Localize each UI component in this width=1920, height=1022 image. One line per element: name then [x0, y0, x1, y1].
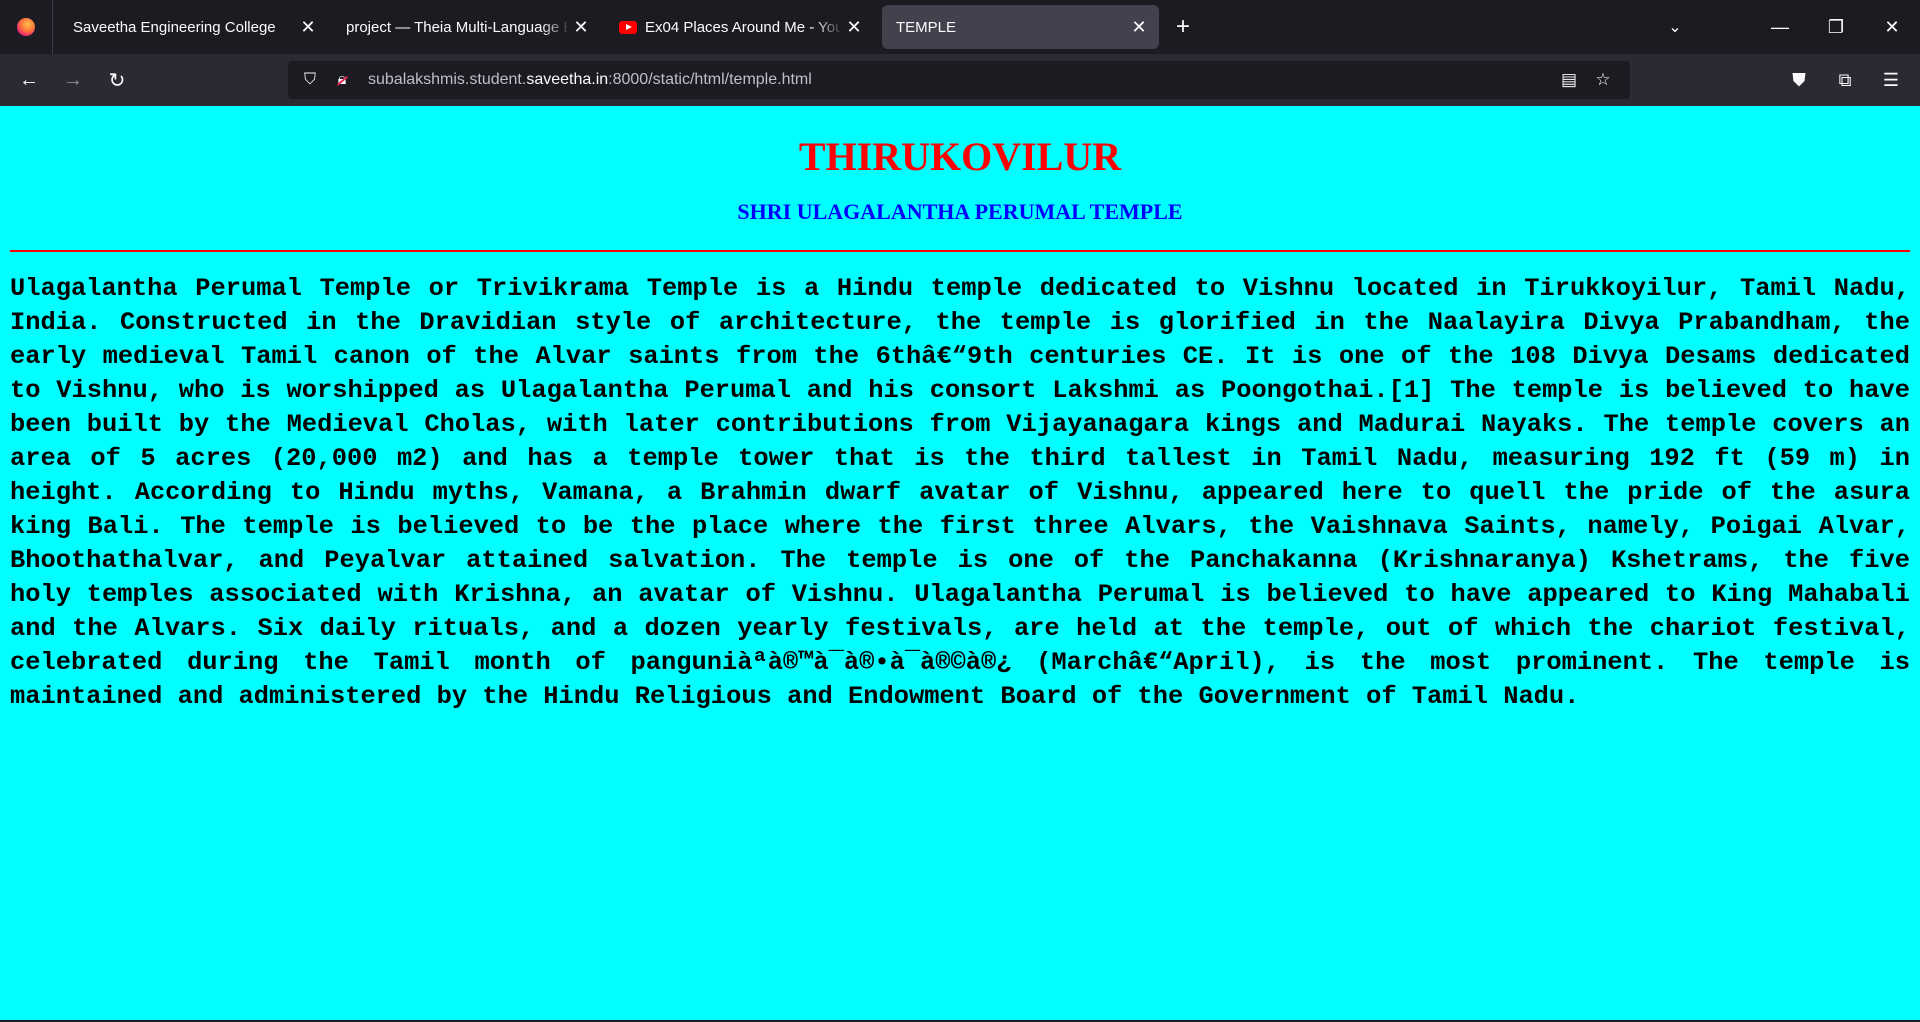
- navigation-toolbar: ← → ↻ ⛉ 🔒︎ subalakshmis.student.saveetha…: [0, 54, 1920, 106]
- url-bar[interactable]: ⛉ 🔒︎ subalakshmis.student.saveetha.in:80…: [288, 61, 1630, 99]
- tab-title: TEMPLE: [896, 18, 957, 36]
- insecure-lock-icon[interactable]: 🔒︎: [326, 71, 358, 89]
- list-all-tabs-icon[interactable]: ⌄: [1655, 0, 1695, 54]
- shield-icon[interactable]: ⛉: [294, 71, 326, 89]
- firefox-logo-icon: [17, 18, 35, 36]
- page-content: THIRUKOVILUR SHRI ULAGALANTHA PERUMAL TE…: [0, 106, 1920, 1022]
- reload-icon[interactable]: ↻: [98, 61, 136, 99]
- back-icon[interactable]: ←: [10, 61, 48, 99]
- tab-youtube[interactable]: Ex04 Places Around Me - YouTu ✕: [605, 5, 874, 49]
- tab-title: project — Theia Multi-Language Ex: [346, 18, 567, 36]
- page-subtitle: SHRI ULAGALANTHA PERUMAL TEMPLE: [737, 199, 1183, 224]
- page-title: THIRUKOVILUR: [798, 134, 1122, 179]
- bookmark-star-icon[interactable]: ☆: [1586, 70, 1620, 90]
- new-tab-button[interactable]: +: [1163, 7, 1203, 47]
- pocket-icon[interactable]: ⛊: [1776, 70, 1822, 91]
- close-icon[interactable]: ✕: [571, 17, 591, 38]
- divider: [10, 250, 1910, 252]
- restore-icon[interactable]: ❐: [1808, 0, 1864, 54]
- minimize-icon[interactable]: —: [1752, 0, 1808, 54]
- tab-saveetha[interactable]: Saveetha Engineering College ✕: [59, 5, 328, 49]
- tab-title: Ex04 Places Around Me - YouTu: [645, 18, 840, 36]
- reader-view-icon[interactable]: ▤: [1552, 70, 1586, 90]
- firefox-menu[interactable]: [0, 0, 53, 54]
- youtube-icon: [619, 20, 637, 34]
- temple-description: Ulagalantha Perumal Temple or Trivikrama…: [10, 274, 1910, 711]
- forward-icon[interactable]: →: [54, 61, 92, 99]
- close-window-icon[interactable]: ✕: [1864, 0, 1920, 54]
- tab-title: Saveetha Engineering College: [73, 18, 276, 36]
- close-icon[interactable]: ✕: [844, 17, 864, 38]
- tab-strip: Saveetha Engineering College ✕ project —…: [0, 0, 1920, 54]
- tab-theia[interactable]: project — Theia Multi-Language Ex ✕: [332, 5, 601, 49]
- url-text[interactable]: subalakshmis.student.saveetha.in:8000/st…: [368, 71, 812, 89]
- extensions-icon[interactable]: ⧉: [1822, 70, 1868, 91]
- hamburger-menu-icon[interactable]: ☰: [1868, 70, 1914, 91]
- close-icon[interactable]: ✕: [298, 17, 318, 38]
- tab-temple[interactable]: TEMPLE ✕: [882, 5, 1159, 49]
- close-icon[interactable]: ✕: [1129, 17, 1149, 38]
